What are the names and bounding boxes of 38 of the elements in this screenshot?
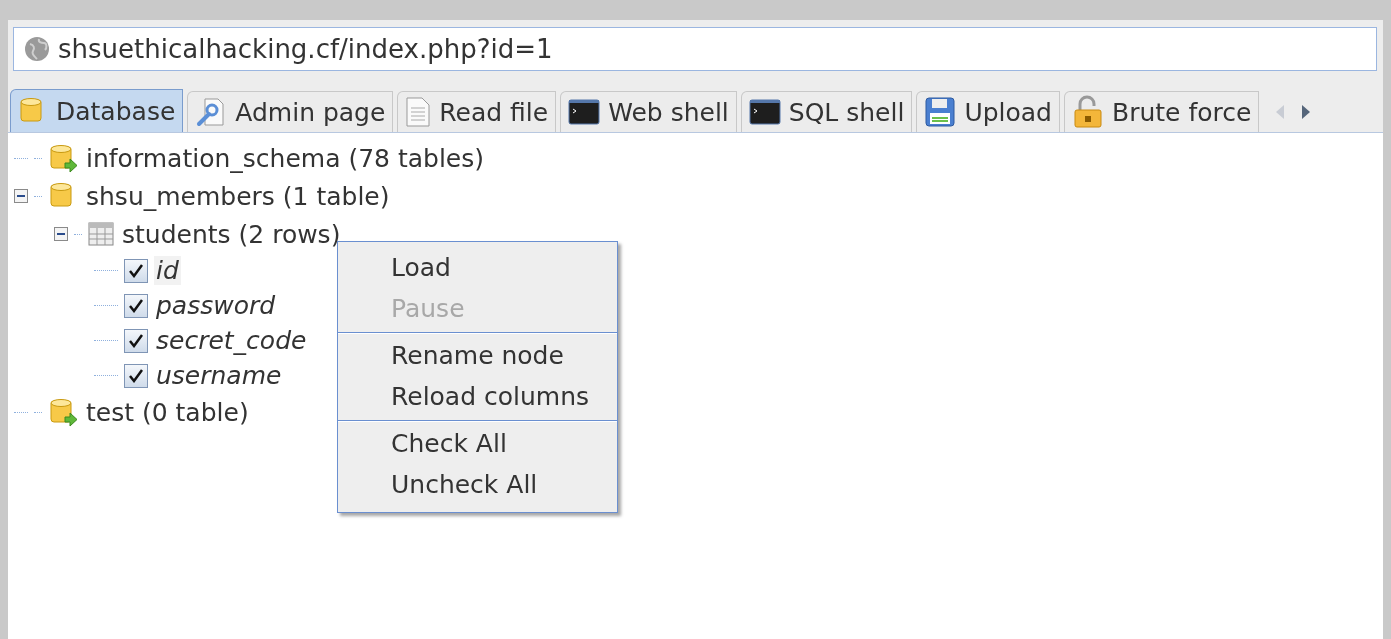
check-mark-icon [129, 263, 143, 278]
menu-item[interactable]: Check All [338, 424, 617, 465]
globe-icon [24, 36, 50, 62]
checkbox[interactable] [124, 328, 148, 353]
tab[interactable]: Web shell [560, 91, 737, 132]
document-icon [405, 96, 432, 128]
collapse-toggle[interactable] [54, 227, 68, 241]
table-name[interactable]: students (2 rows) [120, 219, 343, 249]
check-mark-icon [129, 333, 143, 348]
database-name[interactable]: information_schema (78 tables) [84, 143, 486, 173]
tab[interactable]: Read file [397, 91, 557, 132]
column-name[interactable]: id [154, 256, 181, 285]
tab[interactable]: Admin page [187, 91, 394, 132]
tab[interactable]: Upload [916, 91, 1060, 132]
checkbox[interactable] [124, 258, 148, 283]
tab[interactable]: SQL shell [740, 91, 913, 132]
database-name[interactable]: shsu_members (1 table) [84, 181, 392, 211]
column-name[interactable]: password [154, 291, 278, 320]
check-mark-icon [129, 298, 143, 313]
menu-item[interactable]: Load [338, 248, 617, 289]
tab[interactable]: Brute force [1064, 91, 1260, 132]
menu-item[interactable]: Reload columns [338, 377, 617, 418]
scroll-right-icon[interactable] [1301, 104, 1312, 120]
terminal-icon [748, 98, 781, 126]
menu-item[interactable]: Rename node [338, 336, 617, 377]
checkbox[interactable] [124, 293, 148, 318]
check-mark-icon [129, 368, 143, 383]
column-name[interactable]: secret_code [154, 326, 309, 355]
padlock-icon [1072, 95, 1104, 129]
tab[interactable]: Database [10, 89, 184, 132]
menu-item[interactable]: Uncheck All [338, 465, 617, 506]
table-grid-icon [88, 222, 114, 246]
address-field[interactable]: shsuethicalhacking.cf/index.php?id=1 [13, 27, 1377, 71]
collapse-toggle[interactable] [14, 189, 28, 203]
column-name[interactable]: username [154, 361, 284, 390]
terminal-icon [568, 98, 601, 126]
database-name[interactable]: test (0 table) [84, 397, 251, 427]
checkbox[interactable] [124, 363, 148, 388]
